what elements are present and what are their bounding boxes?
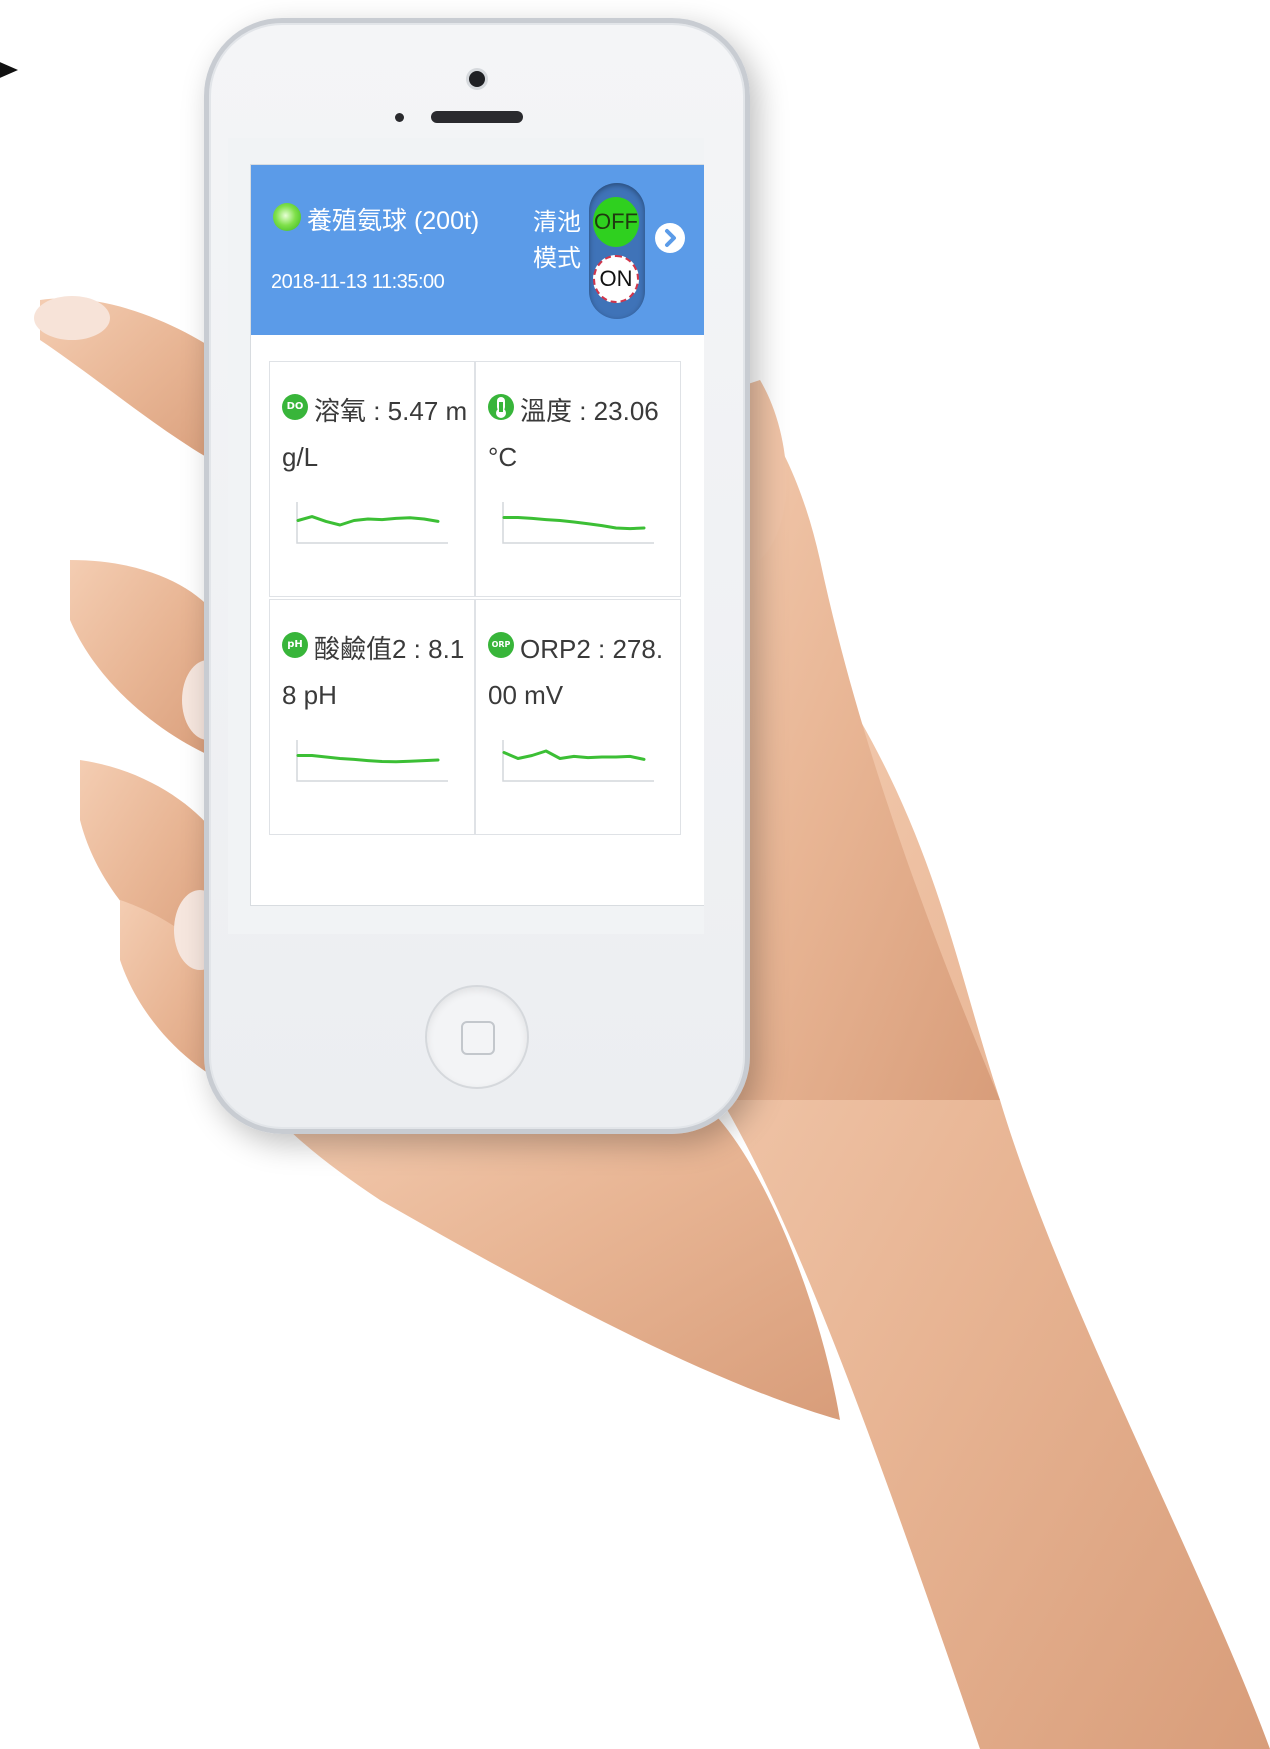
home-square-icon [461, 1021, 495, 1055]
sparkline-temperature [502, 502, 654, 544]
sparkline-trend [502, 749, 646, 761]
pond-name: 養殖氨球 (200t) [307, 207, 480, 235]
sensor-card-temperature[interactable]: 溫度 : 23.06 °C [475, 361, 681, 597]
chevron-right-icon [665, 229, 676, 247]
sensor-reading: 溶氧 : 5.47 mg/L [282, 396, 468, 472]
sparkline-do [296, 502, 448, 544]
sensor-reading: ORP2 : 278.00 mV [488, 634, 664, 710]
front-camera [469, 71, 485, 87]
sparkline-axis [296, 502, 448, 544]
next-button[interactable] [655, 223, 685, 253]
sparkline-ph [296, 740, 448, 782]
toggle-on-button[interactable]: ON [593, 255, 639, 303]
sparkline-orp [502, 740, 654, 782]
sensor-card-orp[interactable]: ORP ORP2 : 278.00 mV [475, 599, 681, 835]
proximity-sensor [395, 113, 404, 122]
phone-screen: 養殖氨球 (200t) 2018-11-13 11:35:00 清池模式 OFF… [228, 138, 704, 934]
pond-header: 養殖氨球 (200t) 2018-11-13 11:35:00 清池模式 OFF… [251, 165, 704, 335]
sensor-reading: 溫度 : 23.06 °C [488, 396, 659, 472]
pond-card: 養殖氨球 (200t) 2018-11-13 11:35:00 清池模式 OFF… [250, 164, 704, 906]
sensor-grid: DO 溶氧 : 5.47 mg/L 溫度 : 23.06 °C pH 酸鹼值2 … [269, 361, 683, 835]
sparkline-axis [502, 740, 654, 782]
earpiece-speaker [431, 111, 523, 123]
sensor-reading: 酸鹼值2 : 8.18 pH [282, 634, 465, 710]
home-button[interactable] [425, 985, 529, 1089]
timestamp: 2018-11-13 11:35:00 [271, 271, 445, 293]
sensor-card-do[interactable]: DO 溶氧 : 5.47 mg/L [269, 361, 475, 597]
sensor-card-ph[interactable]: pH 酸鹼值2 : 8.18 pH [269, 599, 475, 835]
sparkline-trend [296, 515, 440, 527]
sparkline-trend [502, 516, 646, 531]
status-led-icon [273, 203, 301, 231]
sparkline-trend [296, 754, 440, 764]
clean-mode-label: 清池模式 [533, 209, 581, 272]
clean-mode-toggle[interactable]: OFF ON [589, 183, 645, 319]
toggle-off-button[interactable]: OFF [593, 197, 639, 247]
